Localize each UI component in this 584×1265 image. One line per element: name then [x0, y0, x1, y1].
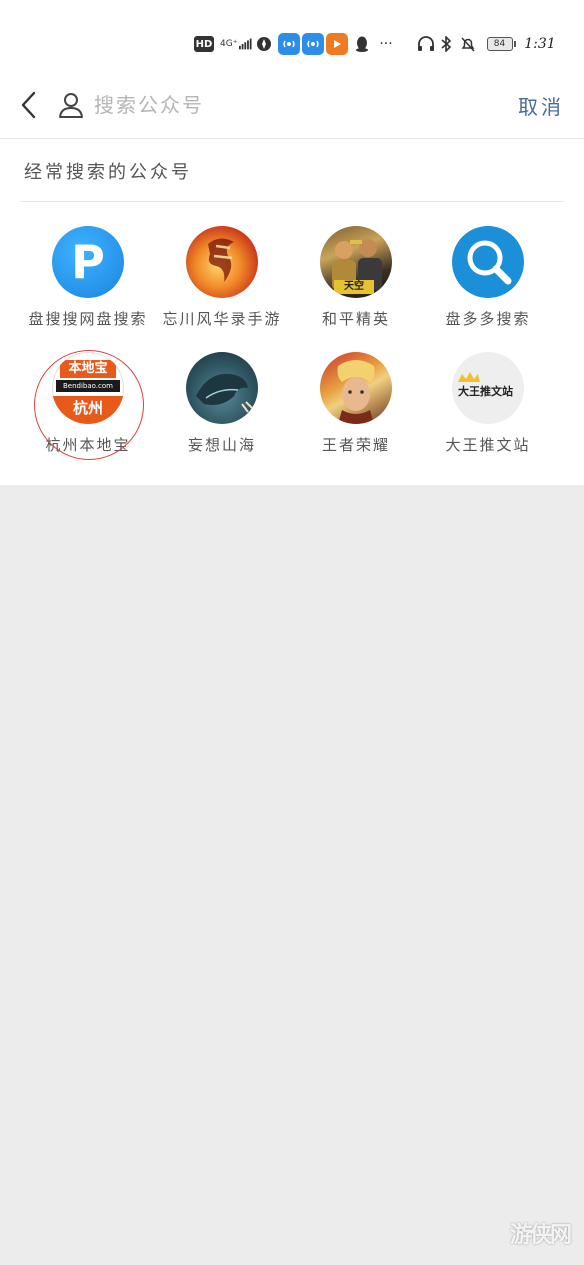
account-name: 大王推文站 [445, 436, 531, 454]
search-header: 取消 [0, 75, 584, 135]
game-soldiers-icon: 天空 [320, 226, 392, 298]
bendibao-city-text: 杭州 [52, 396, 124, 424]
account-name: 妄想山海 [187, 436, 256, 454]
fire-calligraphy-icon [186, 226, 258, 298]
account-item-panduoduo[interactable]: 盘多多搜索 [420, 226, 556, 342]
header-divider [0, 138, 584, 139]
wifi-app-icon [278, 33, 300, 55]
account-name: 王者荣耀 [321, 436, 390, 454]
bendibao-domain-text: Bendibao.com [56, 380, 120, 392]
headphones-icon [416, 28, 436, 60]
account-item-heping[interactable]: 天空 和平精英 [288, 226, 424, 342]
account-name: 忘川风华录手游 [162, 310, 282, 328]
game-logo-text: 天空 [334, 280, 374, 294]
magnifier-icon [452, 226, 524, 298]
blue-p-logo-icon: P [52, 226, 124, 298]
network-type: 4G⁺ [220, 39, 238, 49]
account-name: 杭州本地宝 [45, 436, 131, 454]
battery-icon: 84 [486, 28, 516, 60]
more-notifications-icon: ··· [379, 36, 393, 52]
account-item-panssou[interactable]: P 盘搜搜网盘搜索 [20, 226, 156, 342]
account-item-wangchuan[interactable]: 忘川风华录手游 [154, 226, 290, 342]
official-account-icon [58, 91, 84, 119]
status-bar: HD 4G⁺ ··· 84 1:31 [0, 28, 584, 60]
whale-art-icon [186, 352, 258, 424]
app-notification-icon [256, 28, 272, 60]
bendibao-logo-icon: 本地宝 Bendibao.com 杭州 [52, 352, 124, 424]
video-app-icon [326, 33, 348, 55]
clock: 1:31 [524, 36, 556, 52]
crown-logo-icon: 大王推文站 [452, 352, 524, 424]
bluetooth-icon [438, 28, 454, 60]
mute-bell-icon [458, 28, 478, 60]
avatar-letter: P [71, 235, 105, 289]
chevron-left-icon [21, 91, 36, 119]
battery-level: 84 [486, 37, 513, 51]
section-divider [20, 201, 564, 202]
top-panel: HD 4G⁺ ··· 84 1:31 搜索公众号 取消 经常搜索的公众号 P 盘… [0, 0, 584, 485]
account-item-hangzhou-bendibao[interactable]: 本地宝 Bendibao.com 杭州 杭州本地宝 [20, 352, 156, 468]
crown-logo-text: 大王推文站 [458, 385, 513, 398]
account-item-dawang[interactable]: 大王推文站 大王推文站 [420, 352, 556, 468]
qq-icon [352, 28, 372, 60]
hd-badge: HD [194, 36, 214, 52]
cancel-button[interactable]: 取消 [510, 89, 572, 121]
account-name: 盘多多搜索 [445, 310, 531, 328]
back-button[interactable] [18, 87, 42, 123]
wifi-app-icon-2 [302, 33, 324, 55]
section-title: 经常搜索的公众号 [24, 162, 192, 183]
bendibao-top-text: 本地宝 [60, 360, 116, 378]
account-item-wangzhe[interactable]: 王者荣耀 [288, 352, 424, 468]
account-item-wangxiang[interactable]: 妄想山海 [154, 352, 290, 468]
cell-signal-icon: 4G⁺ [220, 28, 252, 60]
account-name: 和平精英 [321, 310, 390, 328]
hero-portrait-icon [320, 352, 392, 424]
search-input[interactable] [94, 89, 474, 121]
account-name: 盘搜搜网盘搜索 [28, 310, 148, 328]
watermark-logo: 游侠网 [509, 1223, 572, 1248]
signal-bars-icon [239, 38, 252, 50]
